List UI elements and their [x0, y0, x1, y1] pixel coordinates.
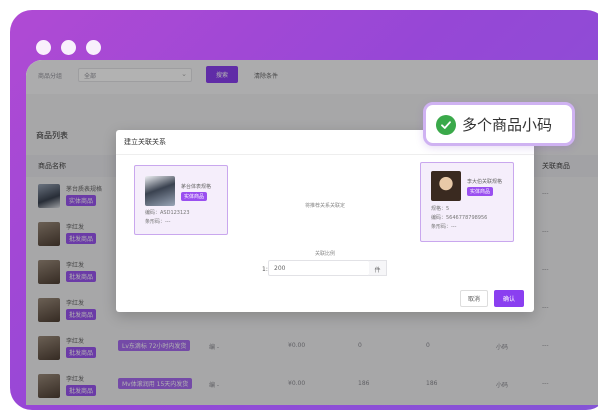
target-product-name: 李大伯关联规格: [467, 179, 503, 185]
ratio-label: 关联比例: [314, 251, 335, 257]
source-product-barcode: 条形码：---: [145, 219, 171, 225]
cancel-button[interactable]: 取消: [460, 290, 488, 307]
ratio-unit: 件: [369, 260, 387, 276]
source-product-card[interactable]: 茅台体表规格 实体商品 编码：ASD123123 条形码：---: [134, 165, 228, 235]
target-product-spec: 规格：5: [431, 206, 450, 212]
source-product-code: 编码：ASD123123: [145, 210, 190, 216]
target-product-card[interactable]: 李大伯关联规格 实体商品 规格：5 编码：5646778798956 条形码：-…: [420, 162, 514, 242]
ratio-input[interactable]: 200: [268, 260, 370, 276]
target-product-barcode: 条形码：---: [431, 224, 457, 230]
window-dot-minimize[interactable]: [61, 40, 76, 55]
source-product-tag: 实体商品: [181, 192, 208, 201]
dialog-divider: [116, 154, 534, 155]
target-product-code: 编码：5646778798956: [431, 215, 488, 221]
link-relation-dialog: 建立关联关系 茅台体表规格 实体商品 编码：ASD123123 条形码：--- …: [116, 130, 534, 312]
dialog-title: 建立关联关系: [124, 138, 166, 146]
window-dot-maximize[interactable]: [86, 40, 101, 55]
feature-badge: 多个商品小码: [423, 102, 575, 146]
window-controls: [36, 40, 101, 55]
feature-badge-text: 多个商品小码: [462, 116, 553, 134]
source-product-name: 茅台体表规格: [181, 184, 212, 190]
ratio-prefix: 1:: [262, 266, 268, 273]
confirm-button[interactable]: 确认: [494, 290, 524, 307]
check-circle-icon: [436, 115, 456, 135]
target-product-thumbnail: [431, 171, 461, 201]
window-dot-close[interactable]: [36, 40, 51, 55]
target-product-tag: 实体商品: [467, 187, 494, 196]
